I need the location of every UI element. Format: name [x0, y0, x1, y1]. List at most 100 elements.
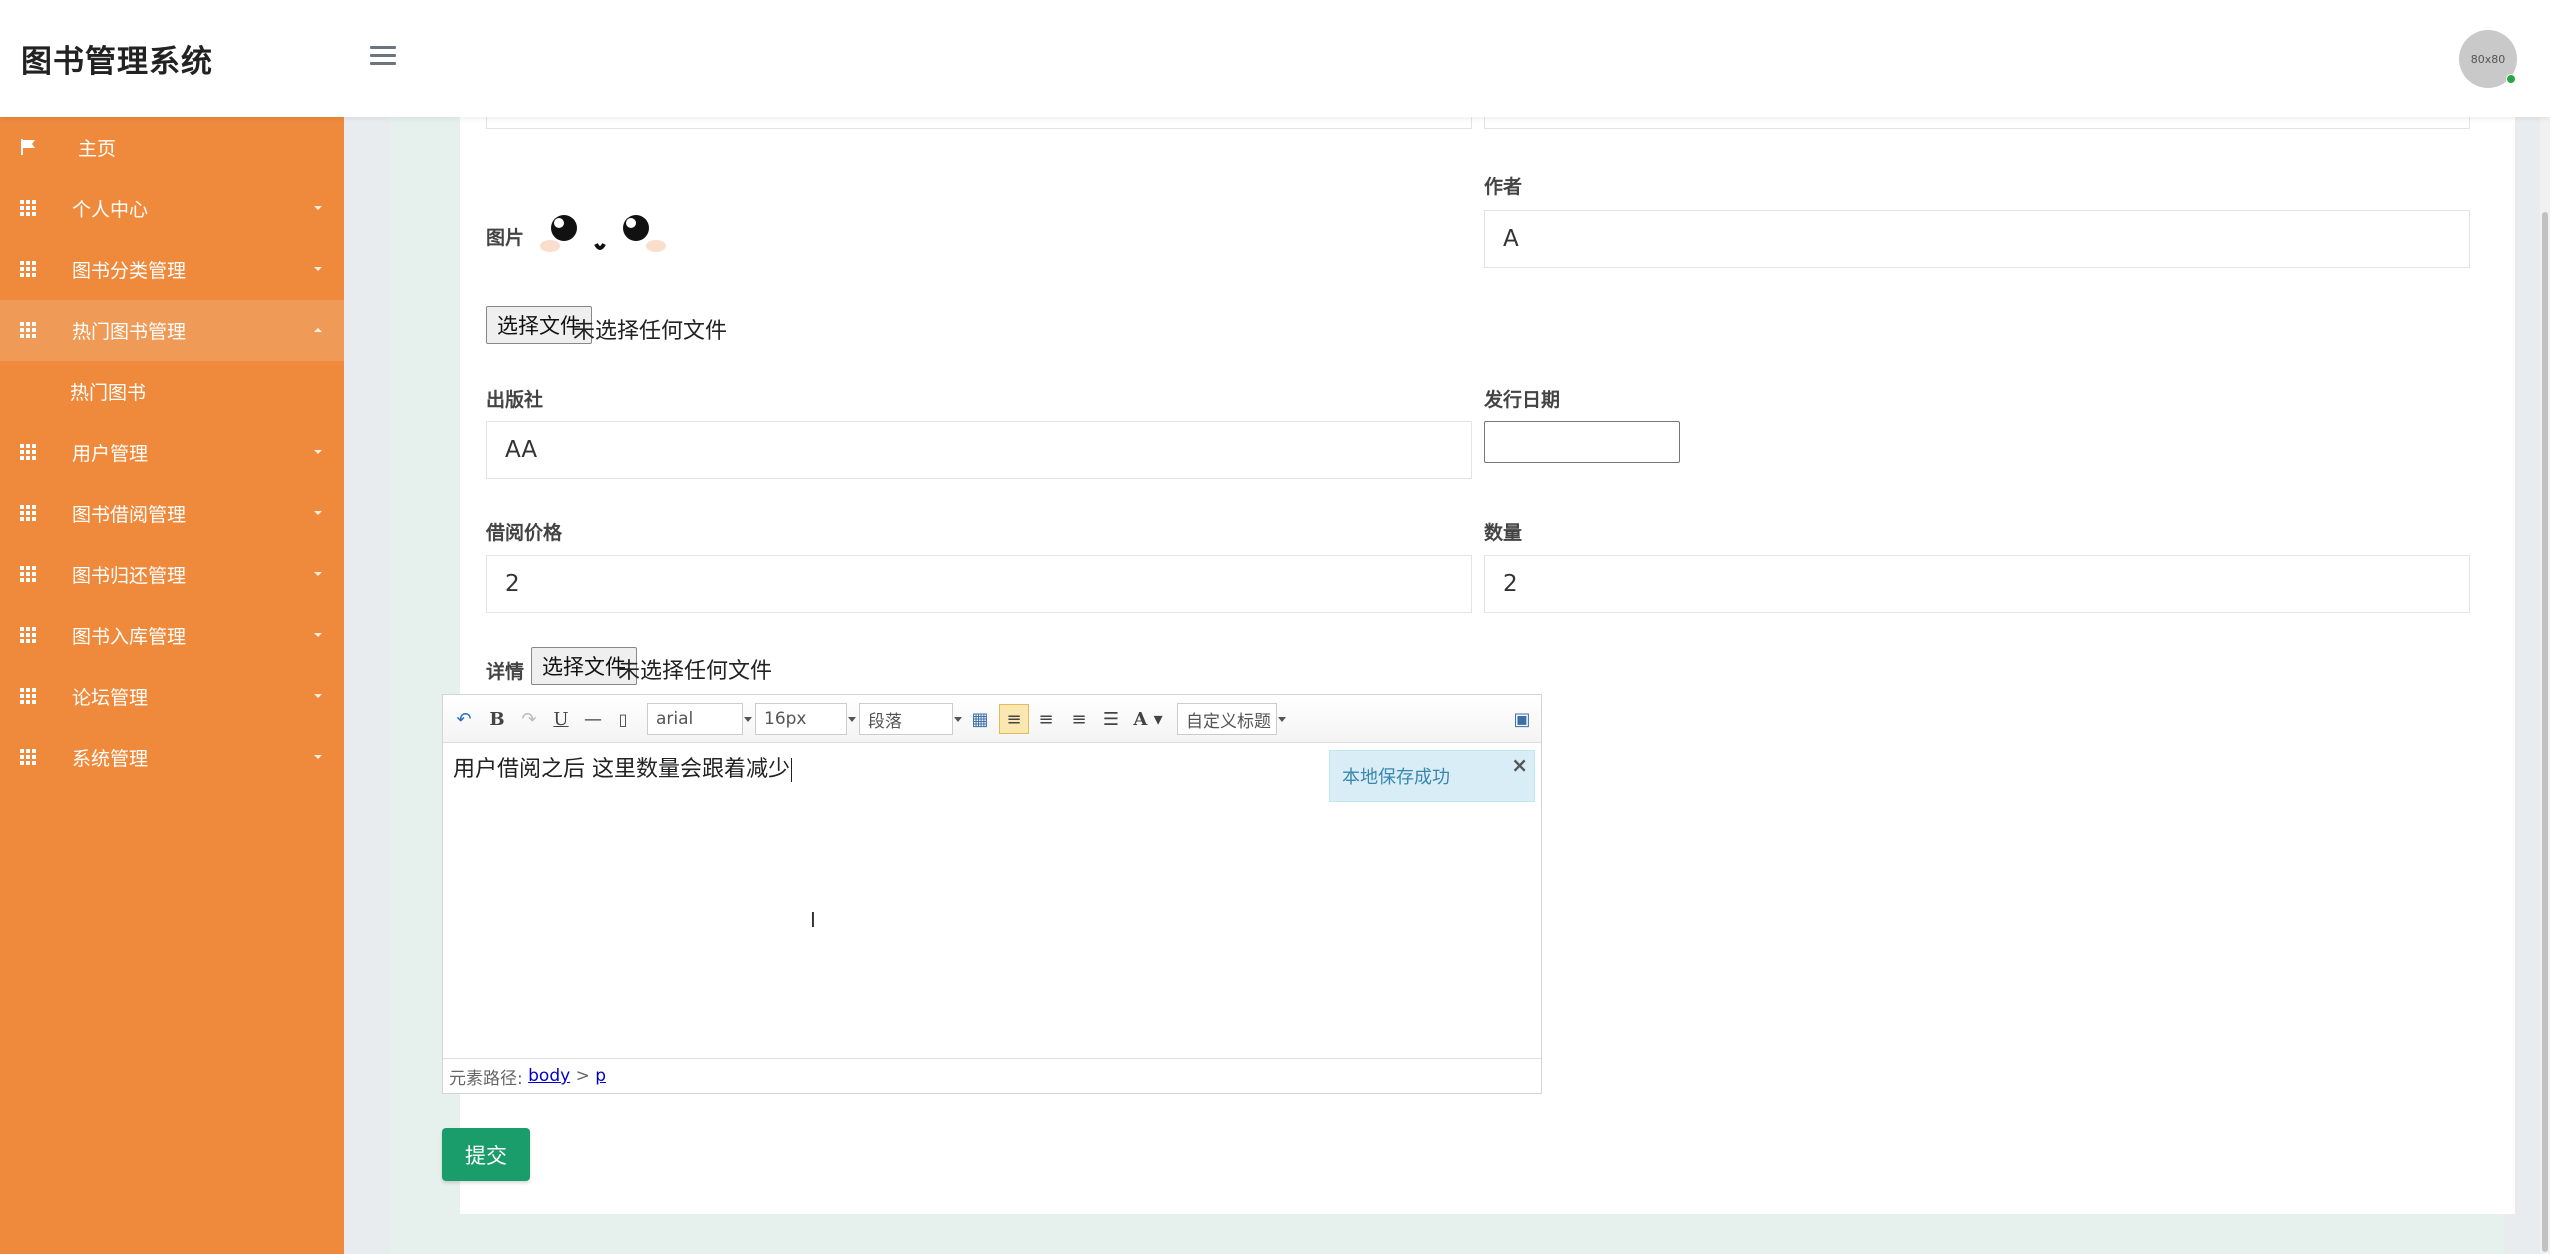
sidebar-item-stock-in-management[interactable]: 图书入库管理	[0, 605, 344, 666]
price-label: 借阅价格	[486, 522, 563, 544]
quantity-input[interactable]: 2	[1484, 555, 2470, 613]
font-family-select[interactable]: arial	[647, 703, 752, 735]
avatar[interactable]: 80x80	[2459, 30, 2517, 88]
element-path-label: 元素路径:	[449, 1068, 523, 1089]
quantity-label: 数量	[1484, 522, 1523, 544]
sidebar-item-user-management[interactable]: 用户管理	[0, 422, 344, 483]
font-family-value: arial	[656, 709, 694, 729]
horizontal-rule-icon[interactable]: —	[583, 707, 603, 731]
sidebar-item-label: 个人中心	[72, 199, 149, 221]
publisher-input[interactable]: AA	[486, 421, 1472, 479]
avatar-placeholder-text: 80x80	[2470, 52, 2506, 66]
font-size-value: 16px	[764, 709, 807, 729]
dropdown-arrow-icon	[744, 717, 752, 722]
caret-up-icon	[314, 328, 322, 332]
top-header: 图书管理系统 80x80	[0, 0, 2550, 117]
align-center-icon[interactable]: ≡	[1068, 707, 1090, 731]
underline-icon[interactable]: U	[551, 707, 571, 731]
cartoon-face-image	[540, 215, 666, 252]
publisher-label: 出版社	[486, 389, 544, 411]
redo-icon[interactable]: ↷	[519, 707, 539, 731]
caret-down-icon	[314, 572, 322, 576]
editor-content-text: 用户借阅之后 这里数量会跟着减少	[453, 757, 790, 782]
sidebar-item-label: 热门图书管理	[72, 321, 187, 343]
flag-icon	[21, 139, 35, 155]
grid-icon	[20, 444, 36, 460]
grid-icon	[20, 322, 36, 338]
sidebar: 主页 个人中心 图书分类管理 热门图书管理 热门图书 用户管理 图书借阅管理 图…	[0, 117, 344, 1254]
rich-text-editor: ↶ B ↷ U — ▯ arial 16px 段落 ▦ ≡ ≡ ≡ ☰ A ▾ …	[442, 694, 1542, 1094]
align-justify-icon[interactable]: ☰	[1100, 707, 1122, 731]
autosave-toast-text: 本地保存成功	[1342, 767, 1450, 788]
paragraph-select[interactable]: 段落	[859, 703, 962, 735]
paragraph-value: 段落	[868, 711, 902, 732]
price-input[interactable]: 2	[486, 555, 1472, 613]
grid-icon	[20, 261, 36, 277]
caret-down-icon	[314, 450, 322, 454]
online-status-dot	[2506, 74, 2516, 84]
grid-icon	[20, 566, 36, 582]
grid-icon	[20, 688, 36, 704]
submit-button[interactable]: 提交	[442, 1128, 530, 1181]
grid-icon	[20, 505, 36, 521]
sidebar-subitem-hot-books[interactable]: 热门图书	[0, 361, 344, 422]
bold-icon[interactable]: B	[487, 707, 507, 731]
font-color-icon[interactable]: A ▾	[1133, 707, 1163, 731]
sidebar-item-label: 系统管理	[72, 748, 149, 770]
sidebar-item-label: 用户管理	[72, 443, 149, 465]
sidebar-item-return-management[interactable]: 图书归还管理	[0, 544, 344, 605]
text-cursor	[791, 758, 792, 782]
table-icon[interactable]: ▦	[969, 707, 991, 731]
caret-down-icon	[314, 755, 322, 759]
image-label: 图片	[486, 227, 525, 249]
custom-title-select[interactable]: 自定义标题	[1177, 703, 1286, 735]
path-p-link[interactable]: p	[595, 1066, 606, 1086]
font-size-select[interactable]: 16px	[755, 703, 856, 735]
undo-icon[interactable]: ↶	[453, 707, 475, 731]
sidebar-item-system-management[interactable]: 系统管理	[0, 727, 344, 788]
autosave-toast: 本地保存成功 ×	[1329, 750, 1535, 802]
align-left-icon[interactable]: ≡	[999, 704, 1029, 734]
author-input[interactable]: A	[1484, 210, 2470, 268]
sidebar-item-label: 图书归还管理	[72, 565, 187, 587]
sidebar-item-label: 图书入库管理	[72, 626, 187, 648]
detail-label: 详情	[486, 661, 525, 683]
caret-down-icon	[314, 694, 322, 698]
caret-down-icon	[314, 511, 322, 515]
release-date-label: 发行日期	[1484, 389, 1561, 411]
align-right-icon[interactable]: ≡	[1035, 707, 1057, 731]
caret-down-icon	[314, 206, 322, 210]
menu-toggle-icon[interactable]	[370, 46, 396, 66]
caret-down-icon	[314, 267, 322, 271]
element-path-bar: 元素路径: body > p	[443, 1058, 1541, 1093]
ibeam-cursor-icon: I	[810, 908, 816, 932]
sidebar-item-forum-management[interactable]: 论坛管理	[0, 666, 344, 727]
sidebar-item-book-category[interactable]: 图书分类管理	[0, 239, 344, 300]
sidebar-item-label: 图书借阅管理	[72, 504, 187, 526]
dropdown-arrow-icon	[1278, 717, 1286, 722]
sidebar-item-home[interactable]: 主页	[0, 117, 344, 178]
editor-toolbar: ↶ B ↷ U — ▯ arial 16px 段落 ▦ ≡ ≡ ≡ ☰ A ▾ …	[443, 695, 1541, 743]
scrollbar-thumb[interactable]	[2542, 212, 2548, 1252]
fullscreen-icon[interactable]: ▣	[1511, 707, 1533, 731]
sidebar-item-label: 主页	[78, 138, 117, 160]
caret-down-icon	[314, 633, 322, 637]
sidebar-item-label: 图书分类管理	[72, 260, 187, 282]
path-body-link[interactable]: body	[528, 1066, 570, 1086]
sidebar-item-label: 论坛管理	[72, 687, 149, 709]
dropdown-arrow-icon	[954, 717, 962, 722]
sidebar-item-borrow-management[interactable]: 图书借阅管理	[0, 483, 344, 544]
close-icon[interactable]: ×	[1511, 753, 1528, 777]
sidebar-item-personal-center[interactable]: 个人中心	[0, 178, 344, 239]
page-scrollbar[interactable]	[2540, 0, 2550, 1254]
paste-icon[interactable]: ▯	[613, 707, 633, 731]
app-title: 图书管理系统	[21, 44, 213, 80]
sidebar-item-hot-books-management[interactable]: 热门图书管理	[0, 300, 344, 361]
grid-icon	[20, 627, 36, 643]
grid-icon	[20, 200, 36, 216]
detail-file-status: 未选择任何文件	[618, 659, 773, 684]
custom-title-value: 自定义标题	[1186, 711, 1271, 732]
grid-icon	[20, 749, 36, 765]
dropdown-arrow-icon	[848, 717, 856, 722]
release-date-input[interactable]	[1484, 421, 1680, 463]
